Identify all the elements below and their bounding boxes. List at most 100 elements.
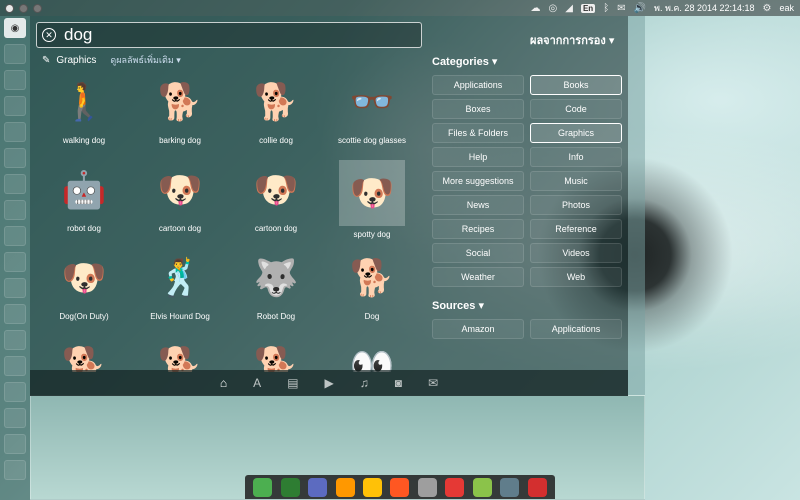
result-item[interactable]: 🐕 xyxy=(40,336,132,372)
result-label: Dog xyxy=(364,312,380,321)
categories-title[interactable]: Categories ▾ xyxy=(432,55,624,68)
result-item[interactable]: 👀 xyxy=(324,336,420,372)
sources-grid: Amazon Applications xyxy=(432,319,624,339)
username[interactable]: eak xyxy=(779,3,794,13)
filter-boxes[interactable]: Boxes xyxy=(432,99,524,119)
lens-bar: ⌂ A ▤ ▶ ♫ ◙ ✉ xyxy=(30,370,628,396)
result-item[interactable]: 🐶 Dog(On Duty) xyxy=(40,248,132,321)
dash-home-icon[interactable]: ◉ xyxy=(4,18,26,38)
result-item[interactable]: 👓 scottie dog glasses xyxy=(324,72,420,145)
result-item[interactable]: 🐶 cartoon dog xyxy=(228,160,324,233)
filter-results-toggle[interactable]: ผลจากการกรอง ▾ xyxy=(530,31,614,49)
trash-icon[interactable] xyxy=(4,460,26,480)
sync-icon[interactable]: ◎ xyxy=(549,3,558,14)
result-item[interactable]: 🐕 barking dog xyxy=(132,72,228,145)
filter-photos[interactable]: Photos xyxy=(530,195,622,215)
filter-help[interactable]: Help xyxy=(432,147,524,167)
launcher-app-icon[interactable] xyxy=(4,70,26,90)
filter-more-suggestions[interactable]: More suggestions xyxy=(432,171,524,191)
dock-app-icon[interactable] xyxy=(280,477,300,497)
music-lens-icon[interactable]: ♫ xyxy=(360,376,369,390)
robot-dog-2-icon: 🐺 xyxy=(253,257,299,298)
mail-icon[interactable]: ✉ xyxy=(617,3,625,14)
result-item[interactable]: 🤖 robot dog xyxy=(40,160,132,233)
result-label: cartoon dog xyxy=(158,224,202,233)
launcher-app-icon[interactable] xyxy=(4,330,26,350)
filter-recipes[interactable]: Recipes xyxy=(432,219,524,239)
result-label: Dog(On Duty) xyxy=(59,312,109,321)
gear-icon[interactable]: ⚙ xyxy=(763,3,772,14)
result-item[interactable]: 🕺 Elvis Hound Dog xyxy=(132,248,228,321)
dock-app-icon[interactable] xyxy=(500,477,520,497)
filter-graphics[interactable]: Graphics xyxy=(530,123,622,143)
launcher-app-icon[interactable] xyxy=(4,226,26,246)
dock-app-icon[interactable] xyxy=(472,477,492,497)
dock-app-icon[interactable] xyxy=(527,477,547,497)
minimize-window-button[interactable] xyxy=(19,3,28,13)
video-lens-icon[interactable]: ▶ xyxy=(325,376,334,390)
walking-dog-icon: 🚶 xyxy=(61,81,107,122)
maximize-window-button[interactable] xyxy=(33,3,42,13)
filter-amazon[interactable]: Amazon xyxy=(432,319,524,339)
launcher-app-icon[interactable] xyxy=(4,148,26,168)
filter-news[interactable]: News xyxy=(432,195,524,215)
result-item[interactable]: 🐕 xyxy=(132,336,228,372)
dock-app-icon[interactable] xyxy=(335,477,355,497)
clock[interactable]: พ. พ.ค. 28 2014 22:14:18 xyxy=(654,1,754,15)
close-window-button[interactable] xyxy=(5,3,14,13)
launcher-app-icon[interactable] xyxy=(4,304,26,324)
social-lens-icon[interactable]: ✉ xyxy=(428,376,438,390)
launcher-app-icon[interactable] xyxy=(4,278,26,298)
dock-app-icon[interactable] xyxy=(308,477,328,497)
filter-music[interactable]: Music xyxy=(530,171,622,191)
launcher-app-icon[interactable] xyxy=(4,44,26,64)
result-label: Elvis Hound Dog xyxy=(150,312,210,321)
filter-files-folders[interactable]: Files & Folders xyxy=(432,123,524,143)
dock-app-icon[interactable] xyxy=(253,477,273,497)
filter-videos[interactable]: Videos xyxy=(530,243,622,263)
dock-app-icon[interactable] xyxy=(390,477,410,497)
launcher-app-icon[interactable] xyxy=(4,408,26,428)
keyboard-layout-indicator[interactable]: En xyxy=(580,3,596,13)
files-lens-icon[interactable]: ▤ xyxy=(287,376,298,390)
launcher-app-icon[interactable] xyxy=(4,174,26,194)
result-item[interactable]: 🐶 cartoon dog xyxy=(132,160,228,233)
search-input[interactable] xyxy=(64,25,394,45)
result-item[interactable]: 🚶 walking dog xyxy=(40,72,132,145)
result-item[interactable]: 🐕 collie dog xyxy=(228,72,324,145)
result-item[interactable]: 🐺 Robot Dog xyxy=(228,248,324,321)
bluetooth-icon[interactable]: ᛒ xyxy=(603,3,609,14)
result-item[interactable]: 🐶 spotty dog xyxy=(324,160,420,239)
applications-lens-icon[interactable]: A xyxy=(253,376,261,390)
launcher-app-icon[interactable] xyxy=(4,356,26,376)
launcher-app-icon[interactable] xyxy=(4,252,26,272)
filter-social[interactable]: Social xyxy=(432,243,524,263)
see-more-results-link[interactable]: ดูผลลัพธ์เพิ่มเติม ▾ xyxy=(110,53,180,67)
filter-info[interactable]: Info xyxy=(530,147,622,167)
group-title: Graphics xyxy=(56,54,97,66)
dock-app-icon[interactable] xyxy=(417,477,437,497)
launcher-app-icon[interactable] xyxy=(4,122,26,142)
filter-applications[interactable]: Applications xyxy=(530,319,622,339)
network-icon[interactable]: ◢ xyxy=(565,3,573,14)
filter-code[interactable]: Code xyxy=(530,99,622,119)
cloud-icon[interactable]: ☁ xyxy=(531,3,541,14)
photos-lens-icon[interactable]: ◙ xyxy=(395,376,402,390)
filter-applications[interactable]: Applications xyxy=(432,75,524,95)
launcher-app-icon[interactable] xyxy=(4,96,26,116)
filter-web[interactable]: Web xyxy=(530,267,622,287)
dock-app-icon[interactable] xyxy=(445,477,465,497)
filter-books[interactable]: Books xyxy=(530,75,622,95)
launcher-app-icon[interactable] xyxy=(4,200,26,220)
filter-weather[interactable]: Weather xyxy=(432,267,524,287)
dock-app-icon[interactable] xyxy=(363,477,383,497)
filter-reference[interactable]: Reference xyxy=(530,219,622,239)
result-item[interactable]: 🐕 xyxy=(228,336,324,372)
clear-search-icon[interactable]: ✕ xyxy=(42,28,56,42)
home-lens-icon[interactable]: ⌂ xyxy=(220,376,227,390)
launcher-app-icon[interactable] xyxy=(4,434,26,454)
launcher-app-icon[interactable] xyxy=(4,382,26,402)
sources-title[interactable]: Sources ▾ xyxy=(432,299,624,312)
volume-icon[interactable]: 🔊 xyxy=(634,3,646,14)
result-item[interactable]: 🐕 Dog xyxy=(324,248,420,321)
